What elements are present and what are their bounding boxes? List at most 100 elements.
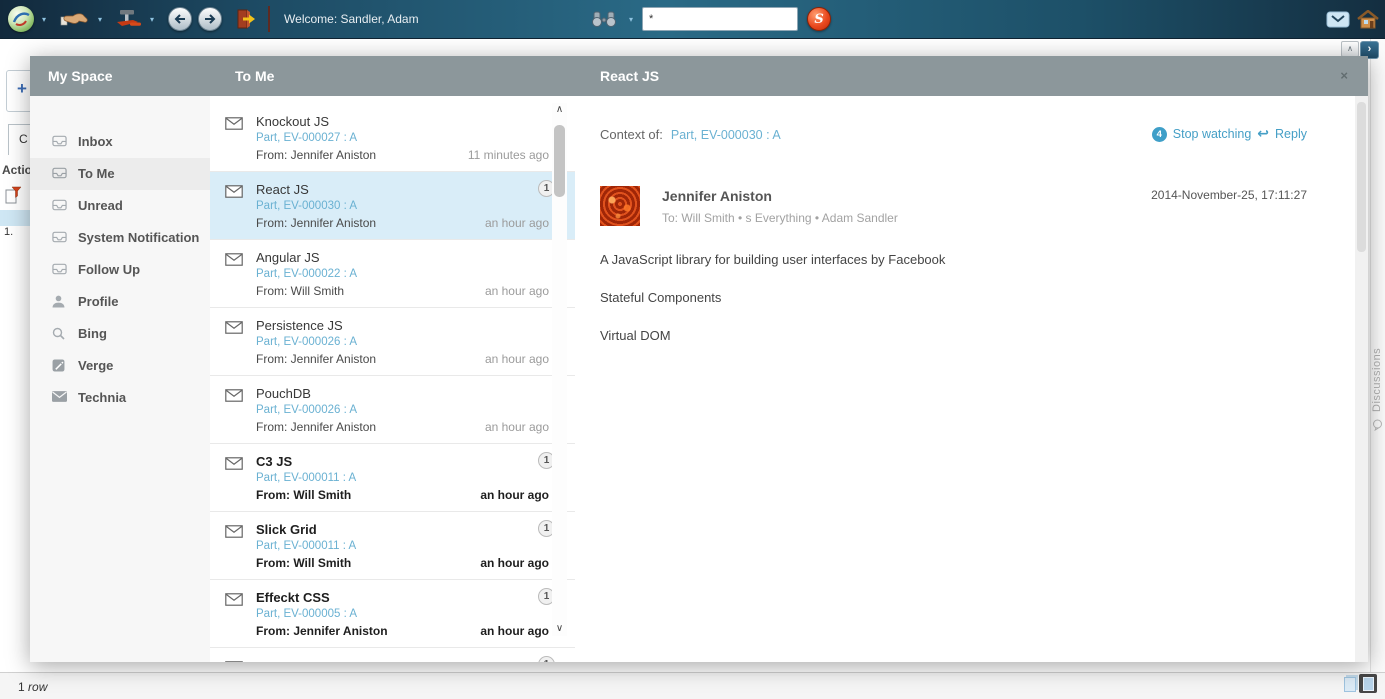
sidebar-item-technia[interactable]: Technia <box>30 382 210 414</box>
author-block: Jennifer Aniston To: Will Smith • s Ever… <box>662 186 898 226</box>
sidebar-title: My Space <box>30 68 113 84</box>
list-item[interactable]: React JS Part, EV-000030 : A From: Jenni… <box>210 172 575 240</box>
discussions-tab-label[interactable]: Discussions <box>1371 287 1385 412</box>
sidebar-item-label: System Notification <box>78 230 199 245</box>
forward-button[interactable] <box>198 7 222 31</box>
toolbox-caret-icon[interactable]: ▾ <box>150 15 154 24</box>
message-from: From: Jennifer Aniston <box>256 420 376 434</box>
search-input[interactable] <box>642 7 798 31</box>
sidebar-item-label: Inbox <box>78 134 113 149</box>
globe-swirl <box>8 6 34 32</box>
find-binoculars-icon[interactable] <box>590 11 618 27</box>
table-row[interactable] <box>0 210 30 226</box>
actions-hand-icon[interactable] <box>60 8 90 30</box>
message-from: From: Jennifer Aniston <box>256 352 376 366</box>
background-tab-label: C <box>19 132 28 146</box>
chat-bubble-icon <box>1372 418 1384 436</box>
arrow-left-icon <box>174 14 186 24</box>
message-title: Angular JS <box>256 250 549 265</box>
list-item[interactable]: C3 JS Part, EV-000011 : A From: Will Smi… <box>210 444 575 512</box>
logout-door-icon[interactable] <box>236 8 256 30</box>
message-part-link[interactable]: Part, EV-000022 : A <box>256 268 549 280</box>
inbox-tray-icon <box>52 167 67 179</box>
message-part-link[interactable]: Part, EV-000005 : A <box>256 608 549 620</box>
inbox-tray-icon <box>52 263 67 275</box>
list-item[interactable]: Slick Grid Part, EV-000011 : A From: Wil… <box>210 512 575 580</box>
message-time: an hour ago <box>485 216 549 230</box>
scrollbar-thumb[interactable] <box>554 125 565 197</box>
collapse-header-button[interactable]: ∧ <box>1341 41 1359 57</box>
message-from: From: Will Smith <box>256 284 344 298</box>
find-caret-icon[interactable]: ▾ <box>629 15 633 24</box>
home-icon[interactable] <box>1357 10 1379 29</box>
filter-icon[interactable] <box>5 186 22 209</box>
sidebar-item-verge[interactable]: Verge <box>30 350 210 382</box>
inbox-tray-icon <box>52 199 67 211</box>
message-list: Knockout JS Part, EV-000027 : A From: Je… <box>210 96 575 662</box>
sidebar-item-to-me[interactable]: To Me <box>30 158 210 190</box>
message-time: an hour ago <box>480 624 549 638</box>
toolbar-left-group: ▾ ▾ ▾ <box>8 0 419 38</box>
sidebar-item-profile[interactable]: Profile <box>30 286 210 318</box>
stop-watching-link[interactable]: Stop watching <box>1173 127 1252 141</box>
context-part-link[interactable]: Part, EV-000030 : A <box>671 128 781 142</box>
sidebar-item-follow-up[interactable]: Follow Up <box>30 254 210 286</box>
scrollbar-thumb[interactable] <box>1357 102 1366 252</box>
message: Jennifer Aniston To: Will Smith • s Ever… <box>600 186 1307 226</box>
notifications-tray-icon[interactable] <box>1326 11 1350 28</box>
detail-scrollbar[interactable] <box>1355 96 1368 662</box>
maximize-view-icon[interactable] <box>1359 674 1377 693</box>
envelope-icon <box>225 457 243 475</box>
reply-link[interactable]: Reply <box>1275 127 1307 141</box>
sidebar-item-bing[interactable]: Bing <box>30 318 210 350</box>
message-part-link[interactable]: Part, EV-000027 : A <box>256 132 549 144</box>
list-item[interactable]: PouchDB Part, EV-000026 : A From: Jennif… <box>210 376 575 444</box>
message-from: From: Jennifer Aniston <box>256 624 388 638</box>
message-part-link[interactable]: Part, EV-000011 : A <box>256 472 549 484</box>
message-title: React JS <box>256 182 549 197</box>
context-row: Context of:Part, EV-000030 : A 4 Stop wa… <box>600 126 1307 142</box>
list-item[interactable]: Effeckt CSS Part, EV-000005 : A From: Je… <box>210 580 575 648</box>
list-item[interactable]: 1 <box>210 648 575 662</box>
sidebar-item-system-notification[interactable]: System Notification <box>30 222 210 254</box>
body-paragraph: A JavaScript library for building user i… <box>600 252 1307 267</box>
context-of: Context of:Part, EV-000030 : A <box>600 127 781 142</box>
app-launcher-icon[interactable] <box>8 6 34 32</box>
message-detail-panel: React JS × Context of:Part, EV-000030 : … <box>575 56 1368 662</box>
message-time: an hour ago <box>480 488 549 502</box>
list-item[interactable]: Angular JS Part, EV-000022 : A From: Wil… <box>210 240 575 308</box>
sidebar-item-label: Technia <box>78 390 126 405</box>
compose-icon <box>52 359 65 372</box>
list-item[interactable]: Persistence JS Part, EV-000026 : A From:… <box>210 308 575 376</box>
screen: ▾ ▾ ▾ <box>0 0 1385 699</box>
sidebar-item-inbox[interactable]: Inbox <box>30 126 210 158</box>
app-launcher-caret-icon[interactable]: ▾ <box>42 15 46 24</box>
actions-caret-icon[interactable]: ▾ <box>98 15 102 24</box>
detail-body: Context of:Part, EV-000030 : A 4 Stop wa… <box>575 96 1342 662</box>
message-list-panel: To Me Knockout JS Part, EV-000027 : A Fr… <box>210 56 575 662</box>
toolbox-icon[interactable] <box>116 9 142 29</box>
message-part-link[interactable]: Part, EV-000011 : A <box>256 540 549 552</box>
sidebar-item-label: Follow Up <box>78 262 140 277</box>
row-count-number: 1 <box>18 680 25 694</box>
list-item[interactable]: Knockout JS Part, EV-000027 : A From: Je… <box>210 104 575 172</box>
scroll-up-icon[interactable]: ∧ <box>552 103 567 117</box>
message-from: From: Jennifer Aniston <box>256 148 376 162</box>
message-part-link[interactable]: Part, EV-000026 : A <box>256 336 549 348</box>
toolbar-divider <box>268 6 270 32</box>
search-submit-button[interactable]: S <box>807 7 831 31</box>
sidebar-item-unread[interactable]: Unread <box>30 190 210 222</box>
copy-view-icon[interactable] <box>1344 677 1356 692</box>
message-title: Persistence JS <box>256 318 549 333</box>
list-scrollbar[interactable]: ∧ ∨ <box>552 103 567 636</box>
sidebar-nav: Inbox To Me Unread System Notification F… <box>30 126 210 414</box>
back-button[interactable] <box>168 7 192 31</box>
avatar <box>600 186 640 226</box>
welcome-text: Welcome: Sandler, Adam <box>284 12 419 26</box>
body-paragraph: Virtual DOM <box>600 328 1307 343</box>
message-part-link[interactable]: Part, EV-000026 : A <box>256 404 549 416</box>
close-icon[interactable]: × <box>1315 56 1348 96</box>
message-part-link[interactable]: Part, EV-000030 : A <box>256 200 549 212</box>
sidebar-item-label: Bing <box>78 326 107 341</box>
scroll-down-icon[interactable]: ∨ <box>552 622 567 636</box>
